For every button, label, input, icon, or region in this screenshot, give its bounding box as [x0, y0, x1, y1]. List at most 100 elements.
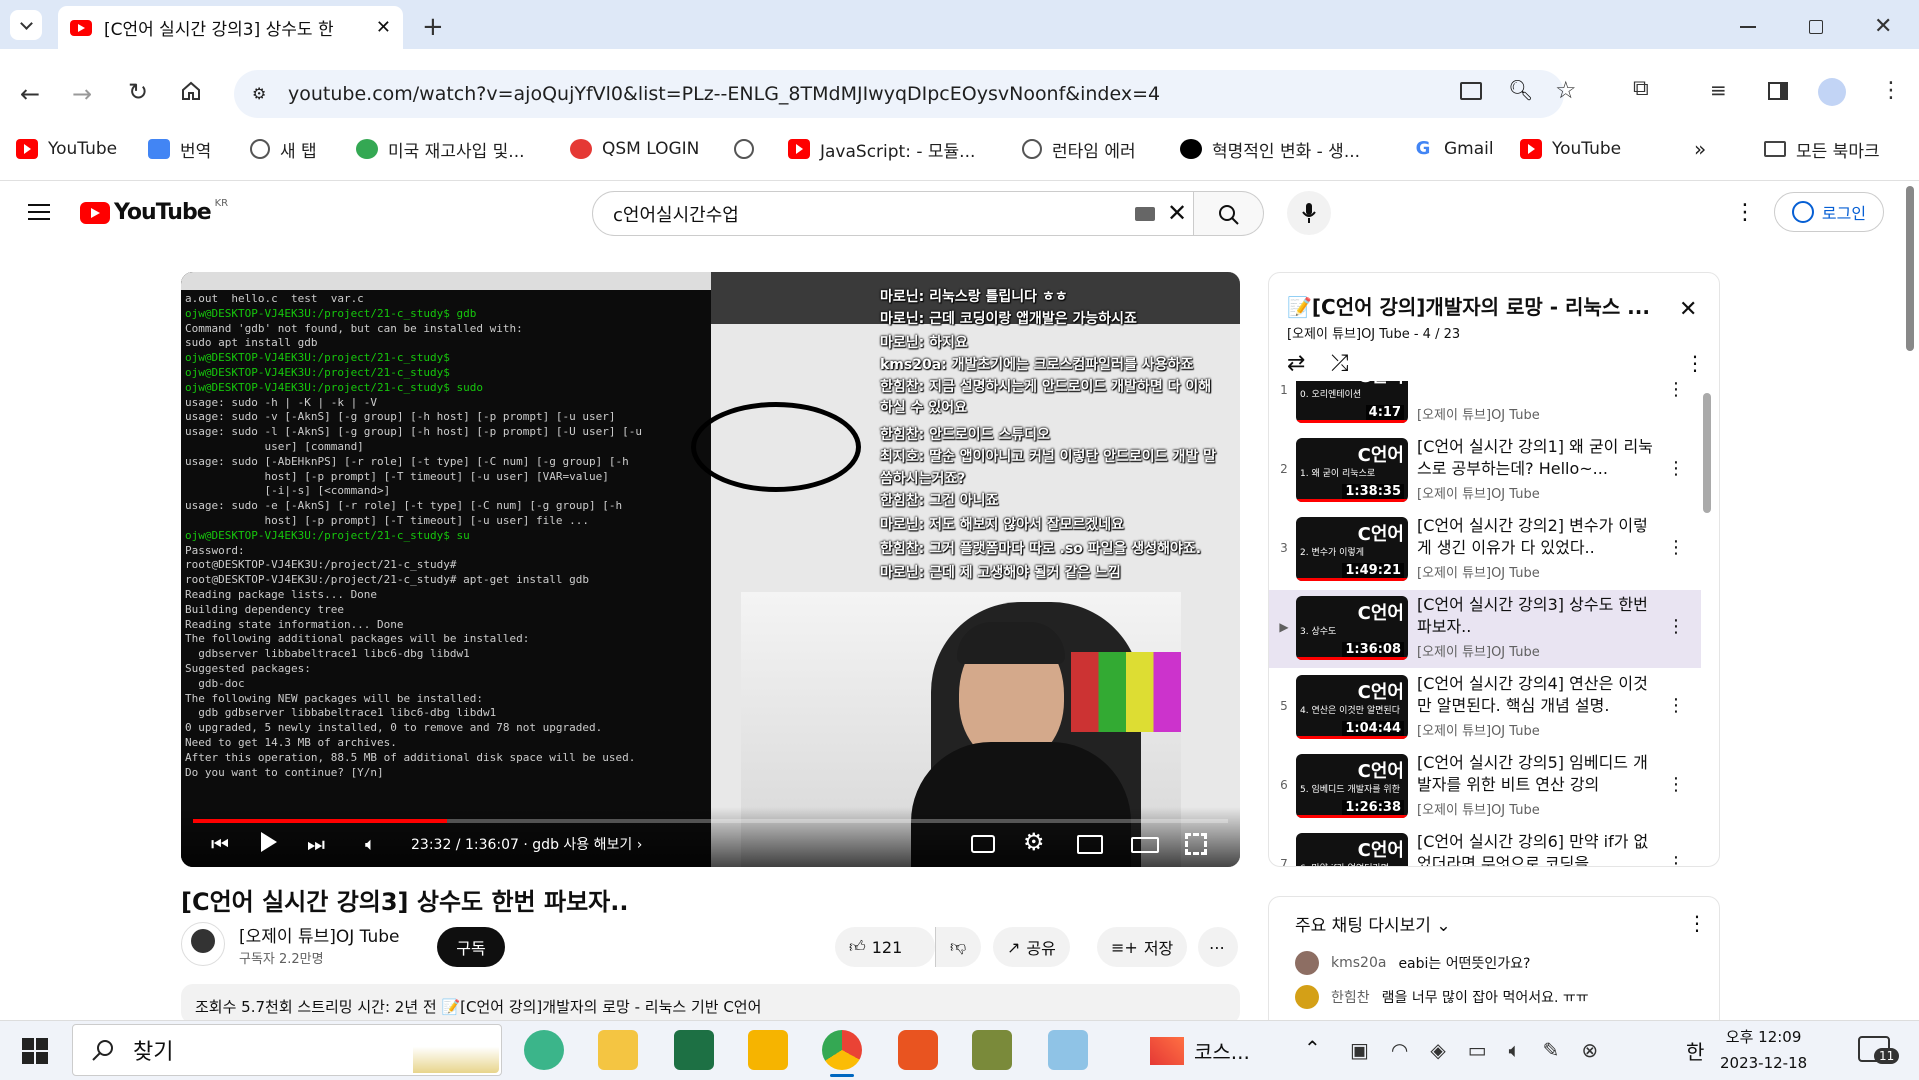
bookmark-translate[interactable]: 번역 [148, 130, 211, 168]
ubuntu-icon[interactable] [898, 1030, 938, 1070]
video-thumbnail[interactable]: C언어 5. 임베디드 개발자를 위한 1:26:38 [1296, 754, 1408, 818]
chrome-icon[interactable] [822, 1030, 862, 1070]
item-more-icon[interactable]: ⋮ [1667, 537, 1685, 558]
previous-button[interactable]: ⏮ [211, 832, 229, 856]
miniplayer-icon[interactable] [1077, 835, 1103, 854]
volume-icon[interactable]: 🔈︎ [1509, 1038, 1521, 1062]
excel-icon[interactable] [674, 1030, 714, 1070]
subtitles-icon[interactable] [971, 835, 995, 853]
home-button[interactable] [180, 80, 202, 102]
chat-more-icon[interactable]: ⋮ [1687, 911, 1707, 935]
playlist-item[interactable]: 1C언어0. 오리엔테이션4:17테이션[오제이 튜브]OJ Tube⋮ [1269, 381, 1701, 431]
bookmark-youtube[interactable]: YouTube [16, 130, 117, 168]
bookmark-javascript[interactable]: JavaScript: - 모듈... [788, 130, 975, 168]
block-icon[interactable]: ⊗ [1581, 1038, 1598, 1062]
bookmark-qsm[interactable]: QSM LOGIN [570, 130, 699, 168]
battery-icon[interactable]: ▭ [1468, 1038, 1487, 1062]
subscribe-button[interactable]: 구독 [437, 927, 505, 967]
copilot-icon[interactable] [524, 1030, 564, 1070]
bookmark-gmail[interactable]: G Gmail [1412, 130, 1494, 168]
chapter-title[interactable]: gdb 사용 해보기 [532, 837, 632, 853]
theater-mode-icon[interactable] [1131, 837, 1159, 853]
more-actions-button[interactable]: ⋯ [1198, 927, 1238, 967]
close-tab-icon[interactable]: ✕ [376, 17, 391, 38]
ime-indicator[interactable]: 한 [1686, 1036, 1704, 1065]
settings-gear-icon[interactable]: ⚙ [1023, 828, 1045, 856]
pen-icon[interactable]: ✎ [1543, 1038, 1560, 1062]
address-bar[interactable]: ⚙ youtube.com/watch?v=ajoQujYfVl0&list=P… [234, 70, 1564, 118]
keyboard-icon[interactable] [1135, 207, 1155, 221]
guide-menu-icon[interactable] [28, 204, 50, 220]
wifi-icon[interactable]: ◠ [1391, 1038, 1408, 1062]
video-thumbnail[interactable]: C언어6. 만약 if가 없었더라면 [1296, 833, 1408, 866]
close-window-button[interactable]: ✕ [1874, 14, 1892, 39]
clock[interactable]: 오후 12:09 2023-12-18 [1720, 1024, 1807, 1076]
tray-icons[interactable]: ▣ ◠ ◈ ▭ 🔈︎ ✎ ⊗ [1350, 1038, 1598, 1062]
chat-replay-title[interactable]: 주요 채팅 다시보기 ⌄ [1295, 911, 1451, 936]
playlist-more-icon[interactable]: ⋮ [1685, 351, 1705, 375]
video-thumbnail[interactable]: C언어 4. 연산은 이것만 알면된다 1:04:44 [1296, 675, 1408, 739]
active-tab[interactable]: [C언어 실시간 강의3] 상수도 한 ✕ [58, 6, 403, 49]
more-bookmarks-button[interactable]: » [1694, 130, 1706, 168]
dislike-button[interactable]: 👎︎ [935, 927, 981, 967]
bookmark-revolution[interactable]: 혁명적인 변화 - 생... [1180, 130, 1360, 168]
extensions-icon[interactable]: ⧉ [1633, 76, 1649, 101]
search-input[interactable]: c언어실시간수업 ✕ [592, 191, 1194, 236]
security-icon[interactable]: ◈ [1430, 1038, 1445, 1062]
fullscreen-icon[interactable] [1185, 833, 1207, 855]
playlist-scrollbar[interactable] [1703, 393, 1711, 513]
item-more-icon[interactable]: ⋮ [1667, 616, 1685, 637]
page-scrollbar[interactable] [1906, 186, 1914, 351]
start-button[interactable] [22, 1038, 48, 1064]
item-more-icon[interactable]: ⋮ [1667, 458, 1685, 479]
play-button[interactable] [261, 832, 277, 852]
new-tab-button[interactable]: + [422, 12, 444, 42]
volume-icon[interactable]: 🔈︎ [365, 834, 376, 855]
stock-app-button[interactable]: 코스... [1150, 1036, 1250, 1065]
youtube-logo[interactable]: YouTube KR [80, 198, 228, 225]
close-playlist-icon[interactable]: ✕ [1679, 297, 1697, 322]
taskbar-search[interactable]: 찾기 [72, 1024, 502, 1076]
bookmark-globe[interactable] [734, 130, 764, 168]
voice-search-button[interactable] [1287, 191, 1331, 235]
playlist-item[interactable]: 3 C언어 2. 변수가 이렇게 1:49:21 [C언어 실시간 강의2] 변수가 이… [1269, 511, 1701, 589]
reload-button[interactable]: ↻ [128, 78, 148, 106]
playlist-item[interactable]: 2 C언어 1. 왜 굳이 리눅스로 1:38:35 [C언어 실시간 강의1] 왜 굳… [1269, 432, 1701, 510]
channel-name[interactable]: [오제이 튜브]OJ Tube [239, 922, 400, 947]
playlist-item[interactable]: 7 C언어6. 만약 if가 없었더라면 [C언어 실시간 강의6] 만약 if가 … [1269, 827, 1701, 866]
notifications-button[interactable]: 11 [1858, 1036, 1900, 1064]
playlist-title[interactable]: 📝[C언어 강의]개발자의 로망 - 리눅스 ... [1287, 291, 1650, 320]
next-button[interactable]: ⏭ [307, 832, 325, 856]
channel-avatar[interactable] [181, 922, 225, 966]
item-more-icon[interactable]: ⋮ [1667, 381, 1685, 400]
save-button[interactable]: ≡+ 저장 [1097, 927, 1188, 967]
share-button[interactable]: ↗ 공유 [993, 927, 1070, 967]
notes-app-icon[interactable] [748, 1030, 788, 1070]
back-button[interactable]: ← [20, 80, 40, 108]
tool-app-icon[interactable] [972, 1030, 1012, 1070]
item-more-icon[interactable]: ⋮ [1667, 695, 1685, 716]
tab-search-button[interactable] [10, 10, 42, 40]
item-more-icon[interactable]: ⋮ [1667, 774, 1685, 795]
bookmark-new-tab[interactable]: 새 탭 [250, 130, 317, 168]
site-info-icon[interactable]: ⚙ [252, 84, 266, 103]
media-control-icon[interactable]: ≡ [1710, 78, 1727, 102]
all-bookmarks-button[interactable]: 모든 북마크 [1764, 130, 1880, 168]
bookmark-star-icon[interactable]: ☆ [1555, 76, 1577, 104]
video-thumbnail[interactable]: C언어 2. 변수가 이렇게 1:49:21 [1296, 517, 1408, 581]
forward-button[interactable]: → [72, 80, 92, 108]
minimize-button[interactable] [1740, 26, 1756, 28]
playlist-item[interactable]: ▶ C언어 3. 상수도 1:36:08 [C언어 실시간 강의3] 상수도 한번 파보… [1269, 590, 1701, 668]
camera-icon[interactable]: ▣ [1350, 1038, 1369, 1062]
shuffle-icon[interactable]: ⤮ [1331, 351, 1349, 376]
video-thumbnail[interactable]: C언어 3. 상수도 1:36:08 [1296, 596, 1408, 660]
like-button[interactable]: 👍︎ 121 [835, 927, 935, 967]
search-button[interactable] [1194, 191, 1264, 236]
side-panel-icon[interactable] [1768, 82, 1788, 100]
description-box[interactable]: 조회수 5.7천회 스트리밍 시간: 2년 전 📝[C언어 강의]개발자의 로망… [181, 984, 1240, 1024]
tray-overflow-icon[interactable]: ⌃ [1304, 1036, 1321, 1060]
bookmark-youtube-2[interactable]: YouTube [1520, 130, 1621, 168]
playlist-item[interactable]: 6 C언어 5. 임베디드 개발자를 위한 1:26:38 [C언어 실시간 강의5] … [1269, 748, 1701, 826]
ink-app-icon[interactable] [1048, 1030, 1088, 1070]
profile-avatar[interactable] [1818, 78, 1846, 106]
